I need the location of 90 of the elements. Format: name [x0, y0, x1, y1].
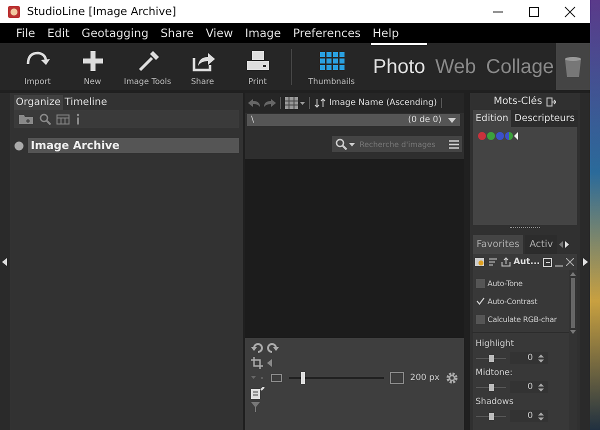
panel-tab[interactable]: Activ	[525, 235, 557, 254]
close-icon[interactable]	[564, 6, 576, 18]
rotate-left-icon[interactable]	[251, 342, 264, 354]
panel-tab[interactable]: Descripteurs	[511, 110, 578, 127]
slider-thumb[interactable]	[488, 384, 494, 390]
spin-arrows-icon	[538, 412, 544, 420]
color-dot[interactable]	[496, 132, 504, 140]
menu-item[interactable]: Image	[238, 26, 288, 40]
spin-arrows-icon	[538, 354, 544, 362]
toolbar-button[interactable]: New	[65, 46, 120, 88]
undock-icon[interactable]	[546, 96, 556, 106]
color-dot[interactable]	[478, 132, 486, 140]
up-arrow-icon[interactable]	[570, 272, 576, 276]
sort-icon[interactable]	[488, 257, 498, 267]
small-frame-icon	[271, 374, 284, 382]
panel-tab[interactable]: Favorites	[472, 235, 524, 254]
edit-list-icon[interactable]	[251, 387, 266, 399]
info-icon[interactable]	[74, 113, 81, 125]
panel-handle[interactable]	[580, 93, 590, 430]
toolbar-button[interactable]: Image Tools	[120, 46, 175, 88]
search-icon	[334, 138, 355, 150]
trash-icon	[564, 56, 582, 78]
redo-icon[interactable]	[264, 98, 276, 108]
path-field[interactable]: \ (0 de 0)	[247, 114, 460, 126]
scrollbar[interactable]	[569, 270, 578, 430]
slider-thumb[interactable]	[488, 354, 494, 362]
node-icon	[14, 140, 24, 150]
menu-item[interactable]: Preferences	[287, 26, 367, 40]
export-icon[interactable]	[500, 257, 511, 267]
left-arrow-icon[interactable]	[2, 258, 8, 266]
rotate-right-icon[interactable]	[267, 342, 280, 354]
preset-label[interactable]: Aut...	[514, 257, 540, 267]
toolbar-button[interactable]: Import	[10, 46, 65, 88]
number-field[interactable]: 0	[510, 381, 548, 393]
toolbar-button[interactable]: Share	[175, 46, 230, 88]
window-title: StudioLine [Image Archive]	[27, 5, 176, 18]
color-wheel-icon[interactable]	[504, 132, 519, 140]
panel-tab[interactable]: Organize	[14, 95, 63, 110]
slider-label: Shadows	[476, 397, 514, 407]
mode-tab[interactable]: Web	[433, 43, 478, 90]
menu-item[interactable]: Geotagging	[76, 26, 154, 40]
toolbar-button[interactable]: Thumbnails	[304, 46, 359, 88]
color-dot[interactable]	[486, 132, 495, 140]
slider-thumb[interactable]	[301, 372, 306, 384]
menu-item[interactable]: Share	[154, 26, 200, 40]
sort-arrows-icon	[314, 98, 326, 108]
checkbox[interactable]	[476, 314, 485, 324]
down-arrow-icon[interactable]	[570, 330, 576, 334]
view-grid-icon[interactable]	[285, 97, 306, 109]
menu-item[interactable]: File	[10, 26, 42, 40]
panel-tab[interactable]: Timeline	[62, 95, 110, 110]
large-frame-icon	[390, 372, 404, 384]
number-field[interactable]: 0	[510, 410, 548, 422]
zoom-value: 200 px	[410, 373, 440, 383]
mode-tab[interactable]: Collage	[484, 43, 556, 90]
path-text: \	[251, 115, 254, 125]
menu-item[interactable]: View	[200, 26, 239, 40]
app-icon	[7, 4, 21, 18]
checkbox[interactable]	[476, 296, 485, 306]
panel-handle[interactable]	[0, 93, 10, 430]
undock-icon[interactable]	[542, 258, 552, 266]
trash-button[interactable]	[556, 43, 590, 90]
right-arrow-icon[interactable]	[565, 241, 569, 248]
checkbox[interactable]	[476, 278, 485, 288]
folder-icon[interactable]	[18, 113, 34, 125]
gear-icon[interactable]	[446, 372, 458, 384]
scroll-thumb[interactable]	[571, 278, 576, 328]
crop-icon[interactable]	[251, 357, 264, 369]
slider-thumb[interactable]	[488, 412, 494, 420]
panel-tab[interactable]: Edition	[472, 110, 512, 127]
caret-icon	[251, 375, 266, 381]
maximize-icon[interactable]	[528, 6, 540, 18]
undo-icon[interactable]	[248, 98, 260, 108]
menu-icon	[448, 140, 459, 148]
menu-item[interactable]: Help	[366, 26, 405, 40]
table-icon[interactable]	[56, 113, 70, 125]
spin-arrows-icon	[538, 382, 544, 392]
toolbar-button[interactable]: Print	[230, 46, 285, 88]
filter-icon[interactable]	[251, 402, 260, 412]
tree-item[interactable]: Image Archive	[28, 138, 240, 153]
image-count: (0 de 0)	[408, 115, 442, 125]
panel-title: Mots-Clés	[494, 96, 542, 107]
search-icon[interactable]	[38, 113, 51, 125]
number-field[interactable]: 0	[510, 352, 548, 364]
slider-label: Highlight	[476, 339, 515, 349]
right-arrow-icon[interactable]	[582, 258, 588, 266]
dropdown-arrow-icon[interactable]	[448, 118, 456, 122]
menu-item[interactable]: Edit	[41, 26, 76, 40]
slider-label: Midtone:	[476, 368, 514, 378]
resize-grip[interactable]	[510, 227, 540, 231]
